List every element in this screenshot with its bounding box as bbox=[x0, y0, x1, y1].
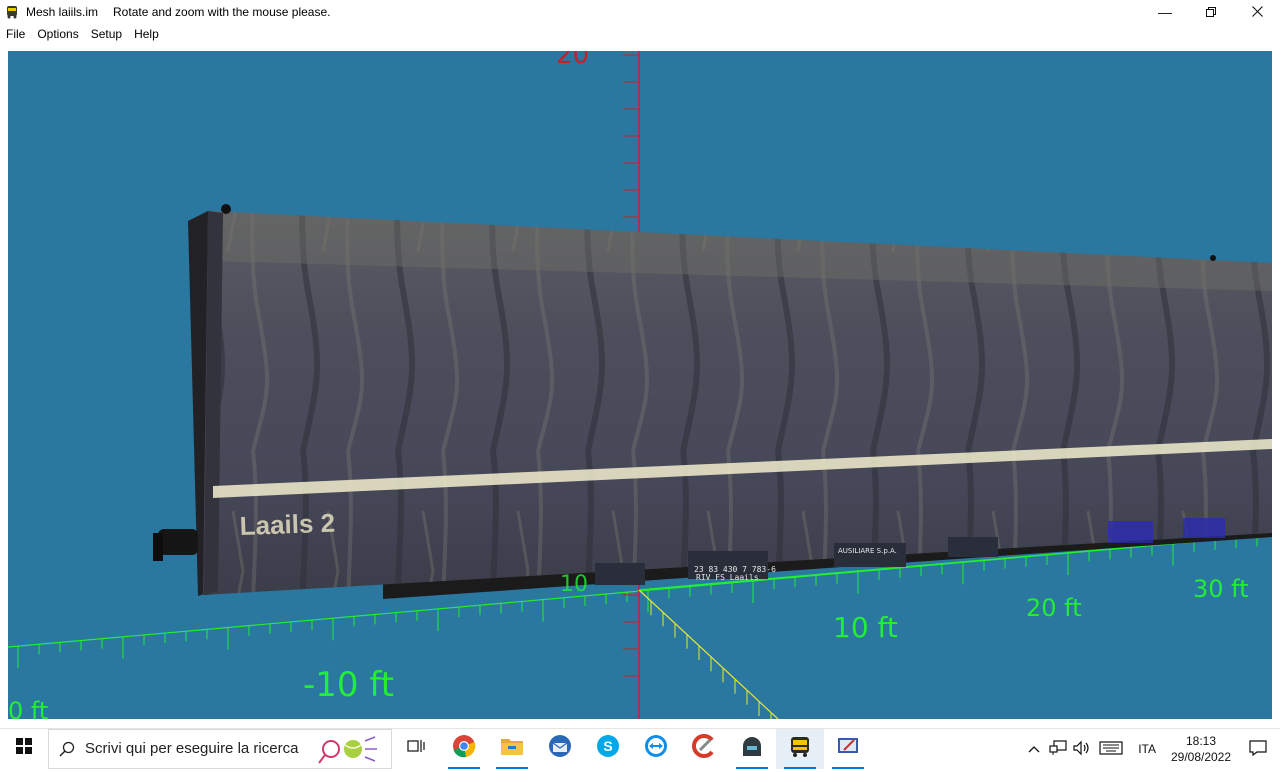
editor-app-icon bbox=[836, 734, 860, 763]
tray-language[interactable]: ITA bbox=[1128, 742, 1166, 756]
taskbar-editor-app[interactable] bbox=[824, 729, 872, 769]
menu-bar: File Options Setup Help bbox=[0, 24, 1280, 44]
notification-button[interactable] bbox=[1236, 729, 1280, 769]
clock-time: 18:13 bbox=[1185, 734, 1217, 748]
ccleaner-icon bbox=[692, 734, 716, 763]
z-axis bbox=[638, 589, 779, 719]
title-bar: Mesh laiils.im Rotate and zoom with the … bbox=[0, 0, 1280, 24]
mesh-viewport[interactable]: Laails 2 23 83 430 7 783-6 RIV FS Laails… bbox=[8, 51, 1272, 719]
x-axis-label-center: 10 bbox=[560, 572, 588, 597]
menu-help[interactable]: Help bbox=[128, 27, 165, 41]
taskbar-thunderbird[interactable] bbox=[536, 729, 584, 769]
train-app-icon bbox=[788, 734, 812, 763]
window-title: Mesh laiils.im bbox=[26, 5, 99, 19]
volume-icon bbox=[1073, 740, 1091, 759]
menu-file[interactable]: File bbox=[0, 27, 31, 41]
minimize-icon: — bbox=[1158, 4, 1172, 20]
x-axis-label-10: 10 ft bbox=[833, 611, 898, 644]
taskbar-train-app[interactable] bbox=[776, 728, 824, 769]
clock-date: 29/08/2022 bbox=[1170, 750, 1232, 764]
wagon-plate-type: RIV FS Laails bbox=[696, 573, 759, 582]
system-tray: ITA 18:13 29/08/2022 bbox=[1022, 729, 1280, 769]
tray-clock[interactable]: 18:13 29/08/2022 bbox=[1166, 733, 1236, 765]
minimize-button[interactable]: — bbox=[1142, 0, 1188, 24]
wagon-label: Laails 2 bbox=[239, 508, 335, 541]
skype-icon: S bbox=[596, 734, 620, 763]
chevron-up-icon bbox=[1028, 742, 1040, 756]
restore-icon bbox=[1206, 4, 1216, 20]
tray-keyboard[interactable] bbox=[1094, 729, 1128, 769]
file-explorer-icon bbox=[500, 735, 524, 762]
task-view-icon bbox=[407, 738, 425, 759]
taskbar-chrome[interactable] bbox=[440, 729, 488, 769]
tray-volume[interactable] bbox=[1070, 729, 1094, 769]
tray-expand-button[interactable] bbox=[1022, 729, 1046, 769]
thunderbird-icon bbox=[548, 734, 572, 763]
x-axis-label-far-left: 0 ft bbox=[8, 697, 48, 719]
start-button[interactable] bbox=[0, 729, 48, 769]
close-icon bbox=[1251, 4, 1263, 20]
game-app-icon bbox=[740, 734, 764, 763]
taskbar-file-explorer[interactable] bbox=[488, 729, 536, 769]
wagon-plate-owner: AUSILIARE S.p.A. bbox=[838, 547, 897, 555]
taskbar: S ITA 18:13 29/08/2022 bbox=[0, 728, 1280, 769]
close-button[interactable] bbox=[1234, 0, 1280, 24]
tray-network[interactable] bbox=[1046, 729, 1070, 769]
menu-options[interactable]: Options bbox=[31, 27, 84, 41]
chrome-icon bbox=[452, 734, 476, 763]
taskbar-ccleaner[interactable] bbox=[680, 729, 728, 769]
restore-button[interactable] bbox=[1188, 0, 1234, 24]
taskbar-task-view[interactable] bbox=[392, 729, 440, 769]
teamviewer-icon bbox=[644, 734, 668, 763]
keyboard-icon bbox=[1099, 740, 1123, 758]
windows-logo-icon bbox=[16, 738, 32, 759]
mesh-scene: Laails 2 23 83 430 7 783-6 RIV FS Laails… bbox=[8, 51, 1272, 719]
search-input[interactable] bbox=[85, 740, 315, 757]
taskbar-search[interactable] bbox=[48, 728, 392, 769]
taskbar-game-app[interactable] bbox=[728, 729, 776, 769]
train-icon bbox=[4, 4, 20, 20]
taskbar-teamviewer[interactable] bbox=[632, 729, 680, 769]
wagon-model bbox=[153, 204, 1272, 599]
x-axis-label-neg10: -10 ft bbox=[303, 665, 394, 705]
taskbar-skype[interactable]: S bbox=[584, 729, 632, 769]
x-axis-label-20: 20 ft bbox=[1026, 594, 1082, 622]
x-axis-label-30: 30 ft bbox=[1193, 575, 1249, 603]
notification-icon bbox=[1249, 739, 1267, 759]
search-highlight-icon bbox=[315, 731, 385, 767]
search-icon bbox=[49, 741, 85, 757]
menu-setup[interactable]: Setup bbox=[85, 27, 128, 41]
network-icon bbox=[1049, 739, 1067, 759]
y-axis-label-top: 20 bbox=[556, 51, 589, 70]
window-instruction: Rotate and zoom with the mouse please. bbox=[113, 5, 331, 19]
svg-text:S: S bbox=[603, 738, 612, 754]
